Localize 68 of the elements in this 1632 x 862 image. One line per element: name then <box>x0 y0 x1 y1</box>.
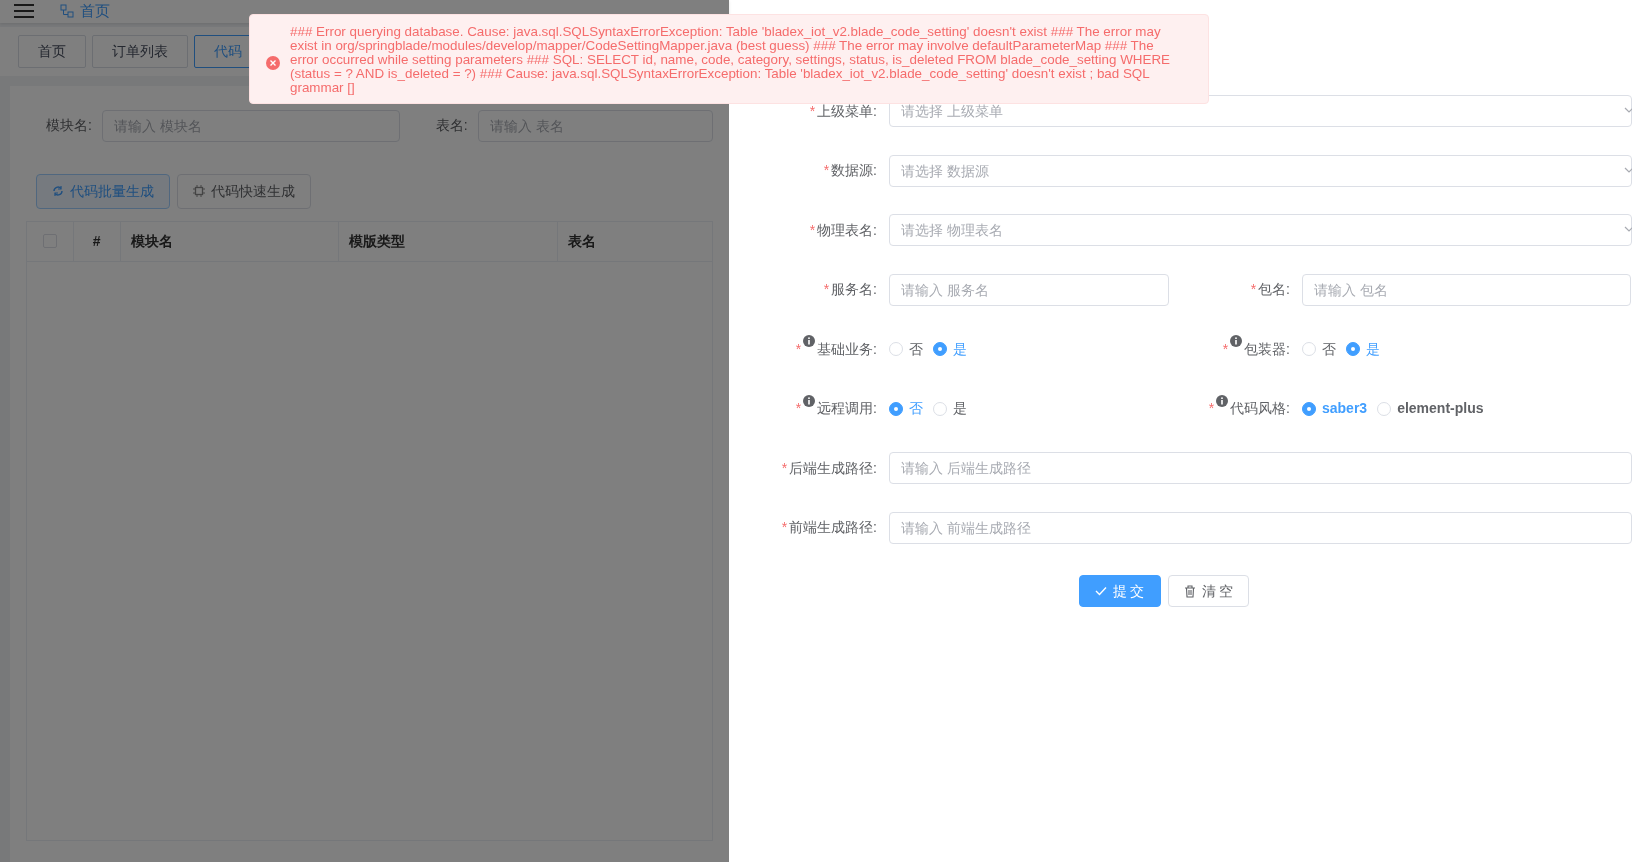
field-label: 基础业务: <box>817 339 877 359</box>
column-header: 表名 <box>568 231 597 251</box>
field-label: 服务名: <box>831 280 877 299</box>
field-label: 上级菜单: <box>817 101 877 121</box>
info-icon <box>803 335 816 347</box>
error-message: ### Error querying database. Cause: java.sql.SQLSyntaxErrorException: Table 'bladex_iot_v2.blade_code_setting' doesn't exist ### The error may exist in org/springblade/modules/develop/mapper/CodeSettingMapper.java (best guess) ### The error may involve defaultParameterMap ### The error occurred while setting parameters ### SQL: SELECT id, name, code, category, settings, status, is_deleted FROM blade_code_setting WHERE (status = ? AND is_deleted = ?) ### Cause: java.sql.SQLSyntaxErrorException: Table 'bladex_iot_v2.blade_code_setting' doesn't exist ; bad SQL grammar [] <box>290 25 1171 95</box>
field-label: 包装器: <box>1244 339 1290 359</box>
select-field[interactable]: 请选择 数据源 <box>889 154 1632 187</box>
radio-label: saber3 <box>1322 399 1368 418</box>
radio-label: 否 <box>909 339 923 359</box>
clear-button[interactable]: 清 空 <box>1167 575 1250 607</box>
required-mark: * <box>1222 339 1229 359</box>
required-mark: * <box>809 101 816 121</box>
required-mark: * <box>795 399 802 418</box>
required-mark: * <box>1250 280 1257 299</box>
action-button[interactable]: 代码批量生成 <box>36 173 170 209</box>
required-mark: * <box>823 280 830 299</box>
chip-icon <box>193 185 205 197</box>
menu-icon[interactable] <box>14 3 34 20</box>
field-label: 表名: <box>435 116 468 135</box>
radio-button[interactable] <box>1346 342 1360 356</box>
required-mark: * <box>809 220 816 240</box>
trash-icon <box>1183 584 1196 598</box>
required-mark: * <box>823 161 830 180</box>
refresh-icon <box>52 185 64 197</box>
radio-label: 是 <box>1366 339 1380 359</box>
required-mark: * <box>781 518 788 537</box>
tab[interactable]: 订单列表 <box>92 34 188 68</box>
column-header: 模块名 <box>130 231 173 251</box>
field-label: 远程调用: <box>817 399 877 418</box>
field-label: 后端生成路径: <box>789 458 877 478</box>
radio-label: element-plus <box>1397 399 1484 418</box>
column-header: 模版类型 <box>349 231 406 251</box>
required-mark: * <box>795 339 802 359</box>
chevron-down-icon <box>1624 107 1632 113</box>
field-label: 模块名: <box>46 116 92 135</box>
radio-button[interactable] <box>933 342 947 356</box>
input-field[interactable]: 请输入 包名 <box>1302 273 1631 306</box>
chevron-down-icon <box>1624 166 1632 173</box>
input-field[interactable]: 请输入 后端生成路径 <box>889 452 1632 484</box>
radio-label: 是 <box>953 399 967 418</box>
submit-button[interactable]: 提 交 <box>1078 575 1161 607</box>
check-icon <box>1094 586 1107 596</box>
input-field[interactable]: 请输入 服务名 <box>889 273 1169 306</box>
field-label: 数据源: <box>831 161 877 180</box>
field-label: 代码风格: <box>1230 399 1290 418</box>
action-button[interactable]: 代码快速生成 <box>177 173 311 209</box>
required-mark: * <box>1208 399 1215 418</box>
radio-label: 否 <box>909 399 923 418</box>
error-icon <box>266 56 280 70</box>
field-label: 前端生成路径: <box>789 518 877 537</box>
radio-label: 否 <box>1322 339 1336 359</box>
hierarchy-icon <box>60 4 74 19</box>
column-header: # <box>92 231 101 251</box>
radio-button[interactable] <box>889 401 903 416</box>
breadcrumb-link[interactable]: 首页 <box>60 0 110 23</box>
chevron-down-icon <box>1624 226 1632 232</box>
select-field[interactable]: 请选择 物理表名 <box>889 214 1632 246</box>
radio-button[interactable] <box>1302 401 1316 416</box>
field-label: 物理表名: <box>817 220 877 240</box>
info-icon <box>1230 335 1243 347</box>
info-icon <box>1216 394 1229 407</box>
input-field[interactable]: 请输入 前端生成路径 <box>889 511 1632 544</box>
tab[interactable]: 首页 <box>18 34 86 68</box>
info-icon <box>803 394 816 407</box>
required-mark: * <box>781 458 788 478</box>
radio-label: 是 <box>953 339 967 359</box>
field-label: 包名: <box>1258 280 1290 299</box>
